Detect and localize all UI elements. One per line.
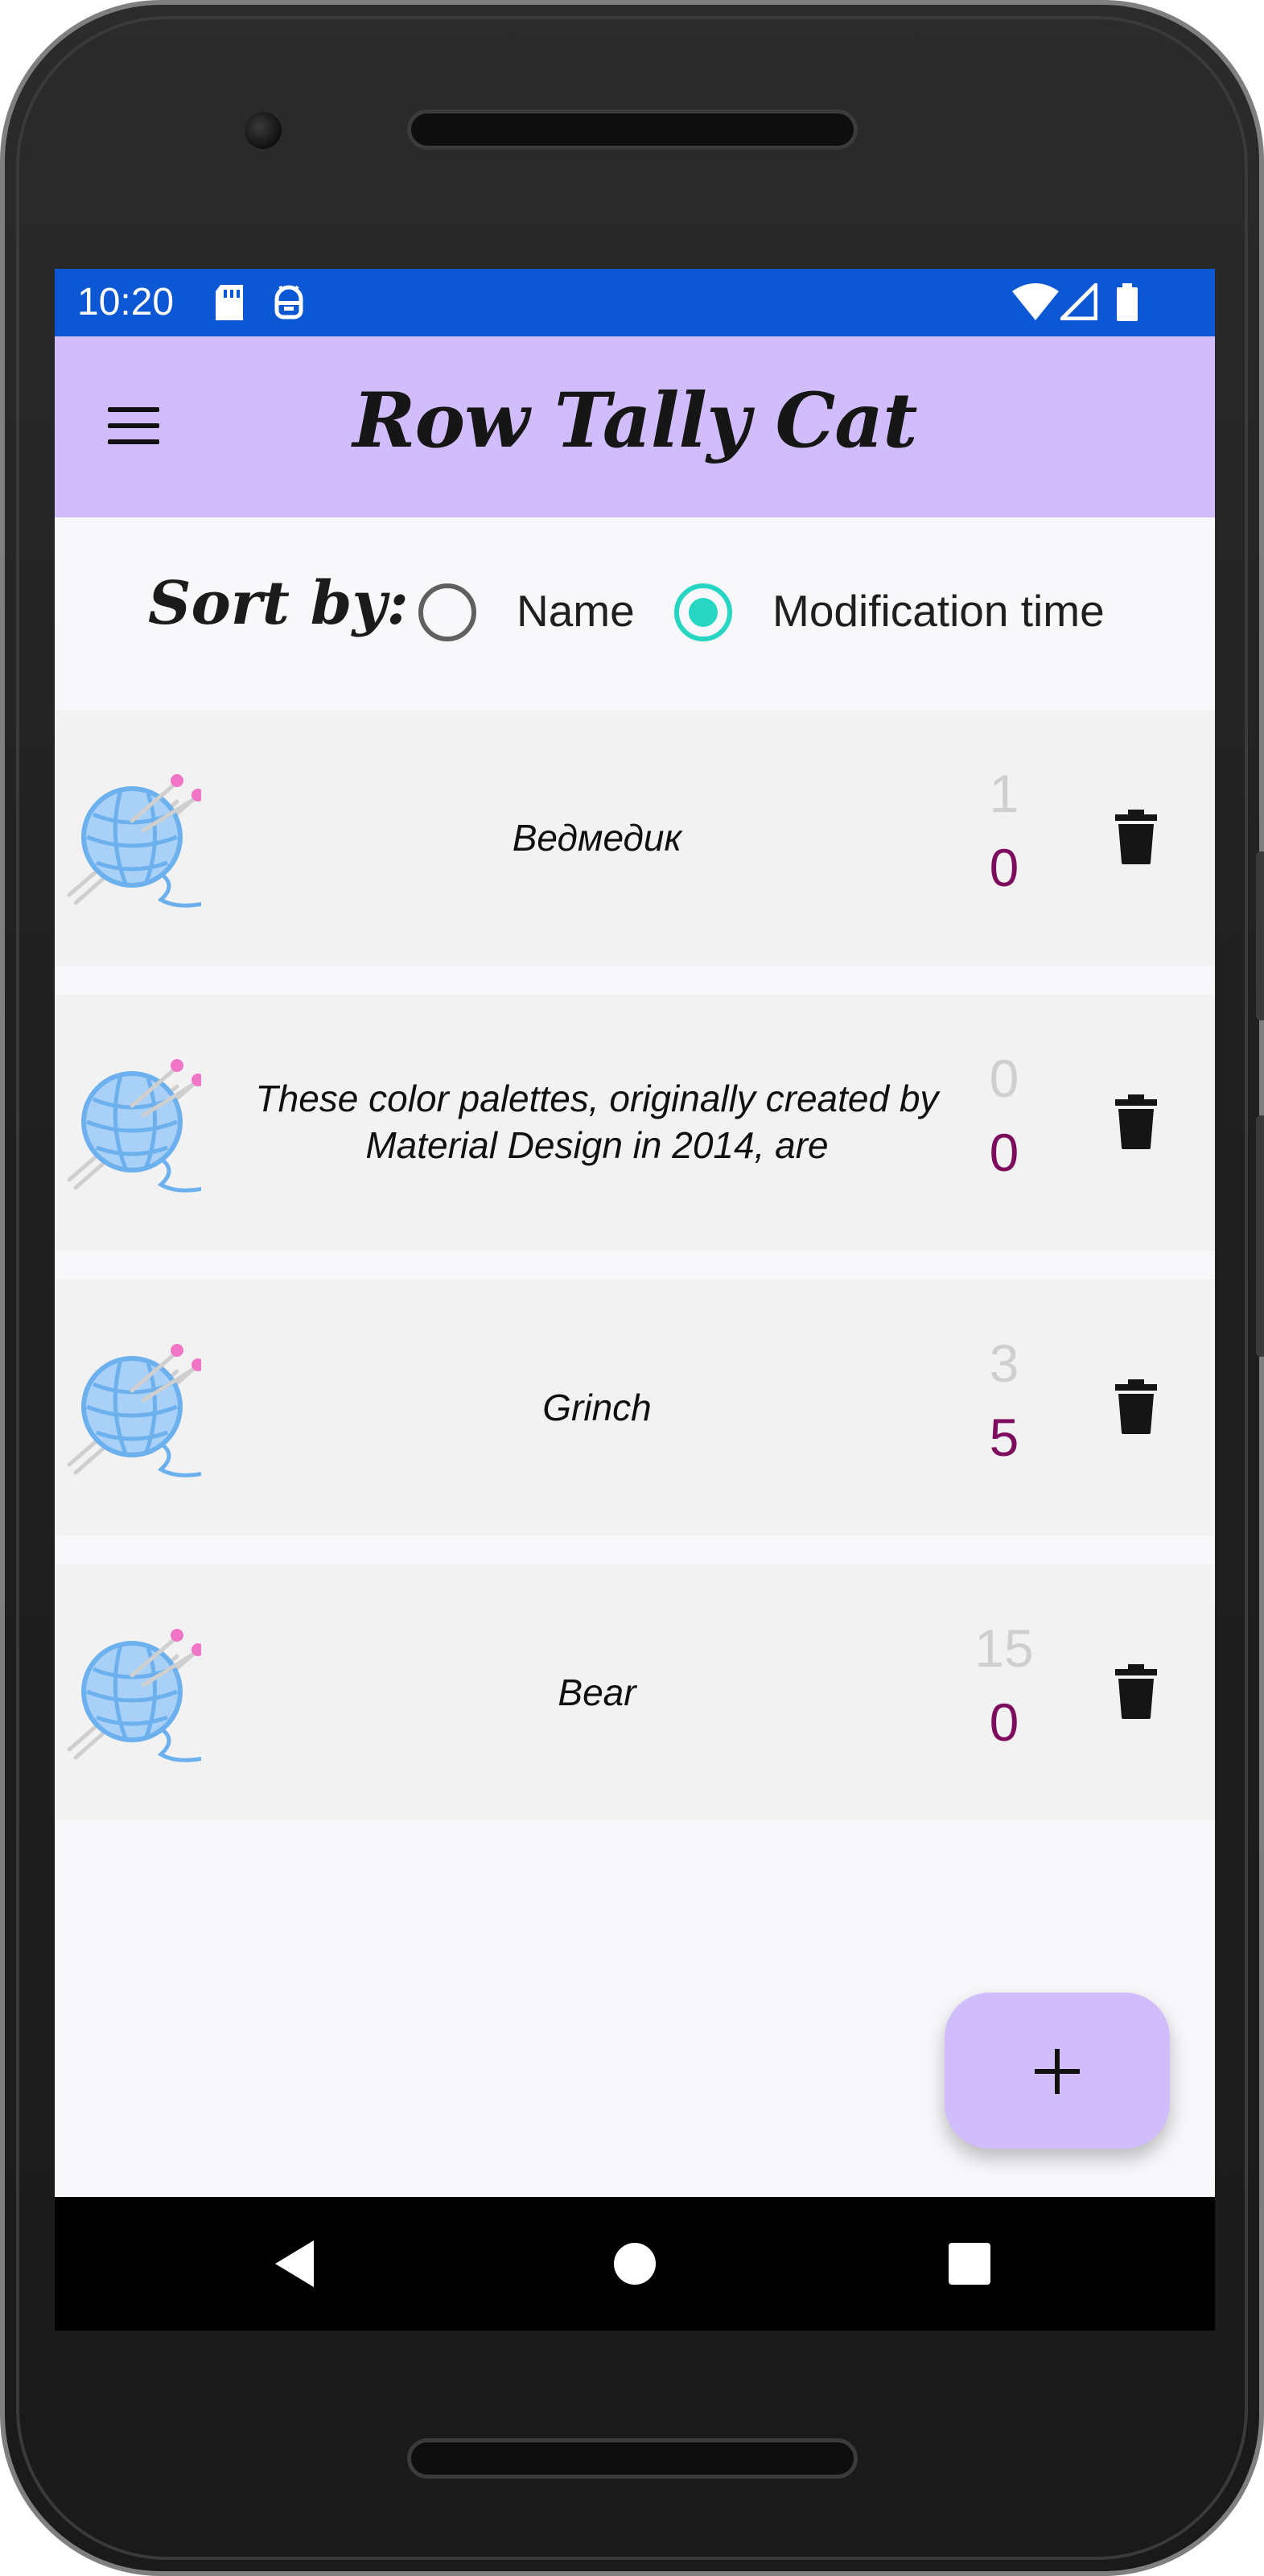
project-count-bottom: 0 [989, 1123, 1019, 1182]
sort-name-radio[interactable] [418, 583, 476, 641]
sort-row: Sort by: Name Modification time [55, 517, 1215, 711]
project-name: These color palettes, originally created… [255, 1078, 939, 1166]
project-name: Grinch [542, 1387, 652, 1428]
delete-icon[interactable] [1115, 810, 1157, 864]
phone-frame: 10:20 Row Tally Cat Sort by: Name Modifi… [0, 0, 1264, 2576]
front-camera [245, 112, 282, 149]
project-count-bottom: 0 [989, 1692, 1019, 1752]
add-project-button[interactable] [945, 1993, 1170, 2149]
top-speaker [407, 109, 858, 150]
cell-signal-icon [1060, 283, 1097, 320]
project-count-top: 3 [989, 1333, 1019, 1393]
project-row[interactable]: Grinch 3 5 [55, 1280, 1215, 1535]
recents-icon[interactable] [948, 2242, 991, 2285]
project-row[interactable]: Bear 15 0 [55, 1564, 1215, 1820]
volume-button [1256, 1115, 1264, 1357]
project-name: Bear [558, 1671, 636, 1713]
project-count-top: 1 [989, 764, 1019, 823]
status-bar: 10:20 [55, 269, 1215, 336]
yarn-ball-icon [67, 774, 201, 908]
screen: 10:20 Row Tally Cat Sort by: Name Modifi… [55, 269, 1215, 2331]
sd-card-icon [216, 285, 243, 320]
app-bar: Row Tally Cat [55, 336, 1215, 517]
app-title: Row Tally Cat [352, 377, 917, 465]
navigation-bar [55, 2197, 1215, 2331]
project-row[interactable]: These color palettes, originally created… [55, 995, 1215, 1251]
project-row[interactable]: Ведмедик 1 0 [55, 710, 1215, 966]
project-name: Ведмедик [512, 817, 682, 859]
status-time: 10:20 [77, 281, 175, 324]
home-icon[interactable] [613, 2242, 657, 2285]
bottom-speaker [407, 2438, 858, 2479]
back-icon[interactable] [272, 2239, 317, 2289]
delete-icon[interactable] [1115, 1379, 1157, 1434]
sort-modification-time-radio[interactable] [674, 583, 732, 641]
yarn-ball-icon [67, 1059, 201, 1193]
sort-modification-time-label[interactable]: Modification time [772, 585, 1105, 637]
yarn-ball-icon [67, 1344, 201, 1478]
sort-label: Sort by: [148, 569, 409, 638]
power-button [1256, 851, 1264, 1020]
delete-icon[interactable] [1115, 1094, 1157, 1149]
battery-icon [1117, 283, 1138, 321]
project-count-top: 0 [989, 1049, 1019, 1108]
android-debug-icon [274, 285, 303, 319]
yarn-ball-icon [67, 1629, 201, 1762]
project-count-bottom: 0 [989, 838, 1019, 897]
plus-icon [1035, 2049, 1080, 2094]
wifi-icon [1012, 283, 1059, 320]
project-count-bottom: 5 [989, 1408, 1019, 1467]
delete-icon[interactable] [1115, 1664, 1157, 1719]
sort-name-label[interactable]: Name [517, 585, 635, 637]
project-count-top: 15 [974, 1618, 1034, 1678]
